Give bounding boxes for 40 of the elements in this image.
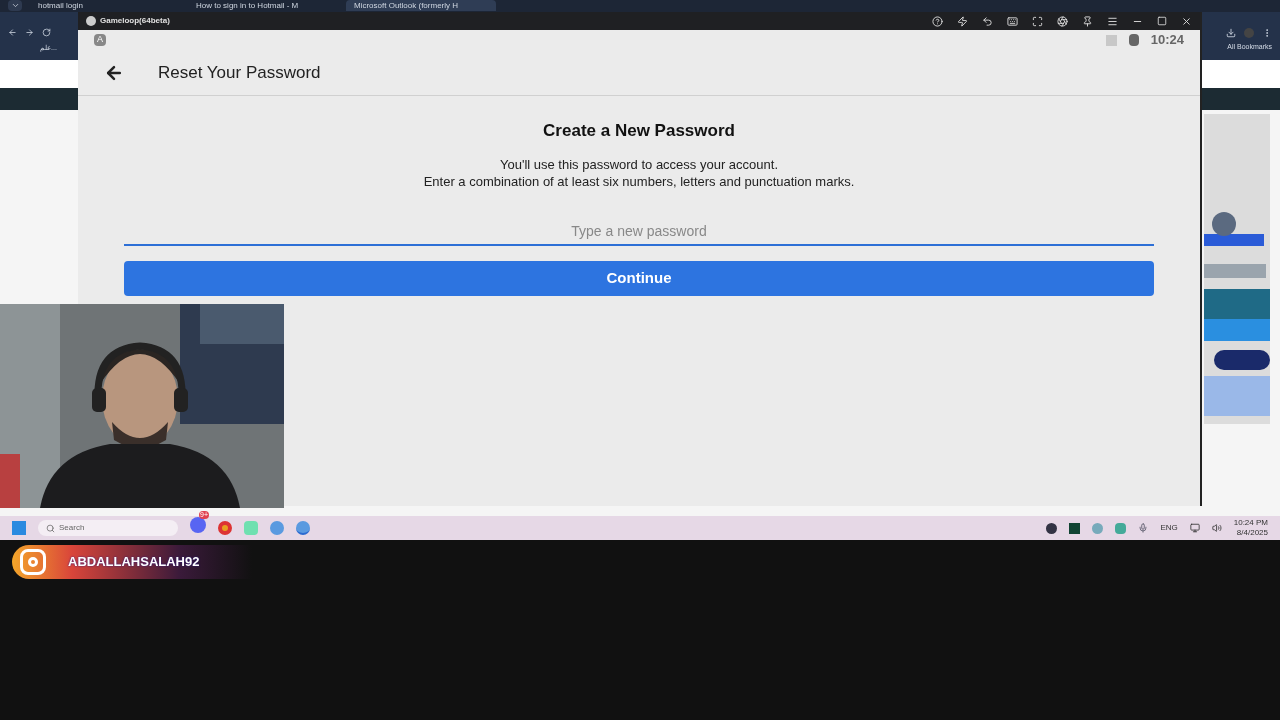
close-icon[interactable] — [1181, 15, 1192, 27]
social-handle: ABDALLAHSALAH92 — [68, 553, 200, 572]
language-indicator[interactable]: ENG — [1160, 522, 1178, 534]
clock-date[interactable]: 8/4/2025 — [1236, 528, 1268, 538]
discord-icon[interactable] — [190, 517, 206, 533]
windows-start-icon[interactable] — [12, 521, 26, 535]
undo-icon[interactable] — [982, 15, 993, 27]
browser-tab[interactable]: Microsoft Outlook (formerly H — [346, 0, 496, 11]
back-icon[interactable] — [8, 28, 17, 37]
instagram-icon — [20, 549, 46, 575]
instruction-text: You'll use this password to access your account. — [499, 155, 778, 173]
window-title: Gameloop(64beta) — [100, 15, 170, 27]
reload-icon[interactable] — [42, 28, 51, 37]
search-icon — [46, 523, 55, 533]
instruction-text: Enter a combination of at least six numbers, letters and punctuation marks. — [423, 172, 855, 190]
heading: Create a New Password — [543, 120, 735, 142]
menu-icon[interactable] — [1107, 15, 1118, 27]
chrome-icon[interactable] — [218, 521, 232, 535]
status-clock: 10:24 — [1150, 31, 1184, 50]
clock-time[interactable]: 10:24 PM — [1233, 518, 1268, 528]
app-logo-icon — [86, 16, 96, 26]
browser-tab[interactable]: hotmail login — [30, 0, 180, 11]
continue-button[interactable]: Continue — [124, 260, 1154, 296]
help-icon[interactable] — [932, 15, 943, 27]
password-field[interactable]: Type a new password — [124, 217, 1154, 246]
page-title: Reset Your Password — [158, 61, 321, 84]
speaker-icon[interactable] — [1211, 523, 1222, 533]
keyboard-icon[interactable] — [1007, 15, 1018, 27]
fullscreen-icon[interactable] — [1032, 15, 1043, 27]
maximize-icon[interactable] — [1157, 16, 1167, 26]
download-icon[interactable] — [1226, 28, 1236, 38]
tab-list-icon[interactable] — [8, 0, 22, 11]
forward-icon[interactable] — [25, 28, 34, 37]
display-icon[interactable] — [1189, 523, 1200, 533]
taskbar-search-button[interactable]: Search — [38, 520, 178, 536]
microphone-icon[interactable] — [1138, 523, 1149, 533]
keyboard-mode-indicator: A — [94, 34, 106, 46]
lightning-icon[interactable] — [957, 15, 968, 27]
browser-tab[interactable]: How to sign in to Hotmail - M — [188, 0, 338, 11]
pin-icon[interactable] — [1082, 15, 1093, 27]
